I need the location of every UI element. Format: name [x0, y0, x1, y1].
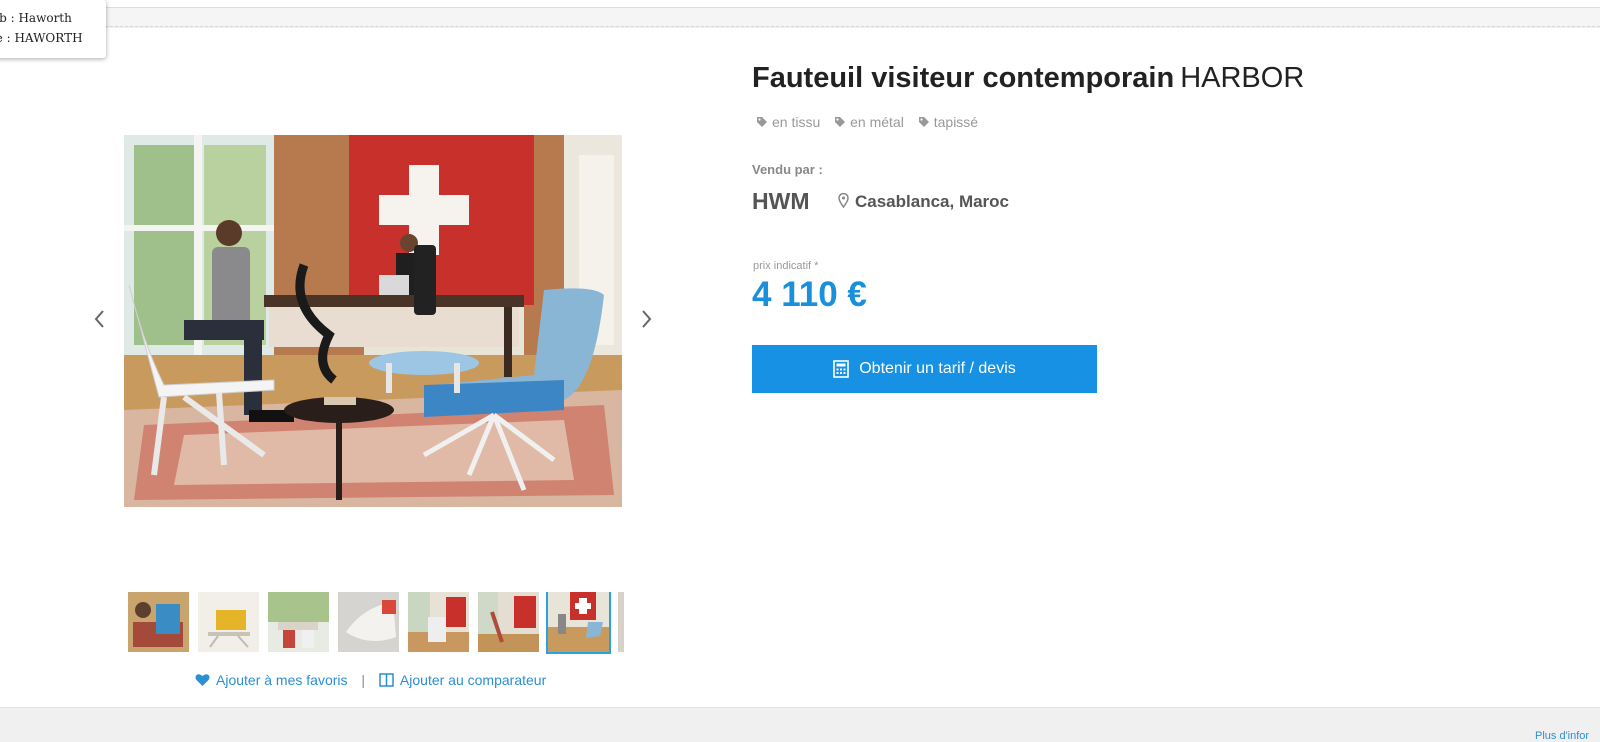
thumbnail-strip — [128, 592, 624, 654]
tag-fabric[interactable]: en tissu — [756, 114, 824, 130]
price-value: 4 110 € — [752, 275, 867, 314]
thumbnail-5[interactable] — [408, 592, 469, 652]
tag-label: en métal — [850, 114, 904, 130]
chevron-right-icon — [642, 310, 652, 328]
seller-name[interactable]: HWM — [752, 188, 809, 215]
product-title-main: Fauteuil visiteur contemporain — [752, 62, 1175, 94]
top-bar — [100, 0, 1600, 8]
thumbnail-1[interactable] — [128, 592, 189, 652]
tooltip-line-type: pe : HAWORTH — [0, 31, 83, 45]
thumbnail-2[interactable] — [198, 592, 259, 652]
thumbnail-3[interactable] — [268, 592, 329, 652]
add-compare-label: Ajouter au comparateur — [399, 672, 547, 688]
product-title-brand: HARBOR — [1180, 62, 1305, 94]
add-favorite-link[interactable]: Ajouter à mes favoris — [195, 672, 351, 688]
tag-icon — [918, 117, 929, 127]
get-quote-button[interactable]: Obtenir un tarif / devis — [752, 345, 1097, 393]
heart-icon — [195, 674, 210, 686]
gallery-next-button[interactable] — [636, 308, 656, 334]
product-panel: Ajouter à mes favoris | Ajouter au compa… — [0, 28, 1600, 708]
thumbnail-4[interactable] — [338, 592, 399, 652]
product-actions: Ajouter à mes favoris | Ajouter au compa… — [195, 672, 546, 688]
thumbnail-6[interactable] — [478, 592, 539, 652]
tag-upholstered[interactable]: tapissé — [918, 114, 978, 130]
actions-separator: | — [361, 672, 366, 688]
tag-icon — [757, 117, 767, 127]
add-favorite-label: Ajouter à mes favoris — [216, 672, 348, 688]
thumbnail-8-partial[interactable] — [618, 592, 624, 652]
add-compare-link[interactable]: Ajouter au comparateur — [379, 672, 546, 688]
calculator-icon — [833, 360, 850, 378]
thumbnail-7[interactable] — [546, 592, 611, 654]
seller-location-text: Casablanca, Maroc — [855, 192, 1010, 211]
office-scene-image — [124, 135, 622, 507]
divider — [100, 26, 1600, 27]
price-label: prix indicatif * — [753, 260, 819, 272]
map-pin-icon — [838, 193, 849, 208]
compare-icon — [379, 673, 394, 687]
product-tags: en tissu en métal tapissé — [756, 114, 988, 130]
tag-label: tapissé — [933, 114, 979, 130]
product-title: Fauteuil visiteur contemporain HARBOR — [752, 62, 1304, 95]
more-info-link[interactable]: Plus d'infor — [1535, 730, 1589, 742]
chevron-left-icon — [94, 310, 104, 328]
get-quote-label: Obtenir un tarif / devis — [859, 360, 1016, 377]
tooltip-line-web: eb : Haworth — [0, 11, 72, 25]
main-product-image[interactable] — [124, 135, 622, 507]
brand-tooltip: eb : Haworth pe : HAWORTH — [0, 0, 106, 58]
tag-label: en tissu — [772, 114, 821, 130]
seller-location: Casablanca, Maroc — [838, 192, 1009, 212]
sold-by-label: Vendu par : — [752, 162, 823, 177]
tag-icon — [835, 117, 846, 127]
gallery-prev-button[interactable] — [90, 308, 110, 334]
tag-metal[interactable]: en métal — [834, 114, 908, 130]
